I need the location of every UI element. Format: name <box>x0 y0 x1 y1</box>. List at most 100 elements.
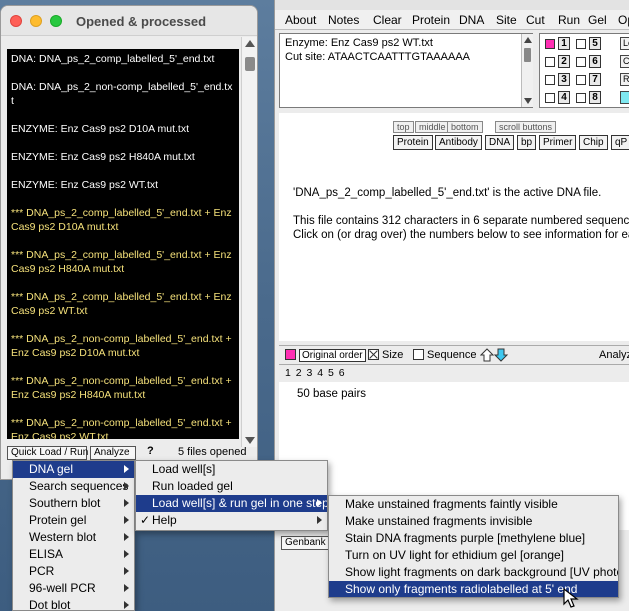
output-scrollbar[interactable] <box>241 37 257 447</box>
scroll-down-icon[interactable] <box>245 437 255 444</box>
submenu-arrow-icon <box>124 482 129 490</box>
tab-primer[interactable]: Primer <box>539 135 577 150</box>
menu-item-western-blot[interactable]: Western blot <box>13 529 134 546</box>
menu-bar: About Notes Clear Protein DNA Site Cut Run Gel Op <box>275 10 629 30</box>
tab-scroll-buttons[interactable]: scroll buttons <box>495 121 557 133</box>
analyze-label[interactable]: Analyz <box>599 349 629 361</box>
lane-action-button[interactable]: Cle <box>620 55 629 68</box>
zoom-window-button[interactable] <box>50 15 62 27</box>
menu-notes[interactable]: Notes <box>328 13 359 27</box>
submenu-arrow-icon <box>124 584 129 592</box>
close-window-button[interactable] <box>10 15 22 27</box>
lane-4-checkbox[interactable] <box>545 93 555 103</box>
menu-site[interactable]: Site <box>496 13 517 27</box>
menu-op[interactable]: Op <box>618 13 629 27</box>
submenu-arrow-icon <box>124 465 129 473</box>
menu-item-make-unstained-fragments-invisible[interactable]: Make unstained fragments invisible <box>329 513 618 530</box>
genbank-button[interactable]: Genbank <box>281 536 330 550</box>
help-icon[interactable]: ? <box>147 445 154 457</box>
window-title: Opened & processed <box>76 14 207 29</box>
tab-dna[interactable]: DNA <box>485 135 515 150</box>
submenu-arrow-icon <box>124 533 129 541</box>
output-line: DNA: DNA_ps_2_comp_labelled_5'_end.txt <box>11 53 215 65</box>
tab-bottom[interactable]: bottom <box>447 121 483 133</box>
lane-8[interactable]: 8 <box>573 91 615 105</box>
window-titlebar[interactable] <box>275 0 629 10</box>
window-titlebar[interactable]: Opened & processed <box>1 6 257 36</box>
tab-qp[interactable]: qP <box>611 135 629 150</box>
scroll-thumb[interactable] <box>245 57 255 71</box>
tab-protein[interactable]: Protein <box>393 135 433 150</box>
sequence-toggle[interactable]: Sequence <box>413 349 477 361</box>
menu-item-elisa[interactable]: ELISA <box>13 546 134 563</box>
size-checkbox[interactable] <box>368 349 379 360</box>
menu-item-run-loaded-gel[interactable]: Run loaded gel <box>136 478 327 495</box>
quick-load-run-button[interactable]: Quick Load / Run <box>7 446 88 460</box>
menu-item-southern-blot[interactable]: Southern blot <box>13 495 134 512</box>
lane-action-button[interactable]: Ru <box>620 73 629 86</box>
output-line: *** DNA_ps_2_comp_labelled_5'_end.txt + … <box>11 291 232 317</box>
minimize-window-button[interactable] <box>30 15 42 27</box>
menu-item-search-sequences[interactable]: Search sequences <box>13 478 134 495</box>
original-order-checkbox[interactable] <box>285 349 296 360</box>
output-line: *** DNA_ps_2_comp_labelled_5'_end.txt + … <box>11 207 232 233</box>
menu-dna[interactable]: DNA <box>459 13 484 27</box>
menu-item-load-well-s-run-gel-in-one-step[interactable]: Load well[s] & run gel in one step <box>136 495 327 512</box>
menu-about[interactable]: About <box>285 13 316 27</box>
output-line: *** DNA_ps_2_non-comp_labelled_5'_end.tx… <box>11 417 232 439</box>
scroll-down-icon[interactable] <box>524 98 532 104</box>
scroll-up-icon[interactable] <box>245 40 255 47</box>
submenu-arrow-icon <box>124 601 129 609</box>
tab-middle[interactable]: middle <box>415 121 450 133</box>
submenu-arrow-icon <box>317 499 322 507</box>
lane-6-checkbox[interactable] <box>576 57 586 67</box>
lane-4-label: 4 <box>558 91 570 104</box>
menu-item-96-well-pcr[interactable]: 96-well PCR <box>13 580 134 597</box>
tab-chip[interactable]: Chip <box>579 135 608 150</box>
output-line: DNA: DNA_ps_2_non-comp_labelled_5'_end.t… <box>11 81 233 107</box>
tab-antibody[interactable]: Antibody <box>435 135 482 150</box>
lane-5-checkbox[interactable] <box>576 39 586 49</box>
sequence-checkbox[interactable] <box>413 349 424 360</box>
menu-item-dot-blot[interactable]: Dot blot <box>13 597 134 610</box>
menu-item-pcr[interactable]: PCR <box>13 563 134 580</box>
lane-2-checkbox[interactable] <box>545 57 555 67</box>
lane-1-checkbox[interactable] <box>545 39 555 49</box>
original-order-toggle[interactable]: Original order <box>285 349 366 362</box>
lane-8-checkbox[interactable] <box>576 93 586 103</box>
menu-run[interactable]: Run <box>558 13 580 27</box>
menu-protein[interactable]: Protein <box>412 13 450 27</box>
menu-item-turn-on-uv-light-for-ethidium-gel-orange[interactable]: Turn on UV light for ethidium gel [orang… <box>329 547 618 564</box>
sequence-numbers[interactable]: 1 2 3 4 5 6 <box>285 367 346 379</box>
menu-item-show-light-fragments-on-dark-background-uv-photo[interactable]: Show light fragments on dark background … <box>329 564 618 581</box>
tab-bp[interactable]: bp <box>517 135 537 150</box>
base-pairs-text: 50 base pairs <box>297 388 367 400</box>
submenu-arrow-icon <box>124 550 129 558</box>
size-toggle[interactable]: Size <box>368 349 403 361</box>
output-log[interactable]: DNA: DNA_ps_2_comp_labelled_5'_end.txt DN… <box>7 49 239 439</box>
menu-item-protein-gel[interactable]: Protein gel <box>13 512 134 529</box>
lane-5[interactable]: 5 <box>573 37 615 51</box>
lane-action-button[interactable] <box>620 91 629 104</box>
lane-7[interactable]: 7 <box>573 73 615 87</box>
lane-6[interactable]: 6 <box>573 55 615 69</box>
menu-item-help[interactable]: ✓ Help <box>136 512 327 529</box>
menu-item-stain-dna-fragments-purple-methylene-blue[interactable]: Stain DNA fragments purple [methylene bl… <box>329 530 618 547</box>
scroll-thumb[interactable] <box>524 48 531 62</box>
menu-item-make-unstained-fragments-faintly-visible[interactable]: Make unstained fragments faintly visible <box>329 496 618 513</box>
sort-arrows-icon[interactable] <box>479 348 510 365</box>
menu-gel[interactable]: Gel <box>588 13 607 27</box>
scroll-up-icon[interactable] <box>524 37 532 43</box>
submenu-arrow-icon <box>124 516 129 524</box>
menu-item-load-well-s[interactable]: Load well[s] <box>136 461 327 478</box>
lane-7-checkbox[interactable] <box>576 75 586 85</box>
enzyme-scrollbar[interactable] <box>521 34 533 107</box>
tab-top[interactable]: top <box>393 121 414 133</box>
menu-cut[interactable]: Cut <box>526 13 545 27</box>
menu-item-label: 96-well PCR <box>29 581 96 595</box>
lane-3-checkbox[interactable] <box>545 75 555 85</box>
menu-clear[interactable]: Clear <box>373 13 402 27</box>
lane-action-button[interactable]: Loa <box>620 37 629 50</box>
menu-item-dna-gel[interactable]: DNA gel <box>13 461 134 478</box>
analyze-button[interactable]: Analyze <box>90 446 136 460</box>
